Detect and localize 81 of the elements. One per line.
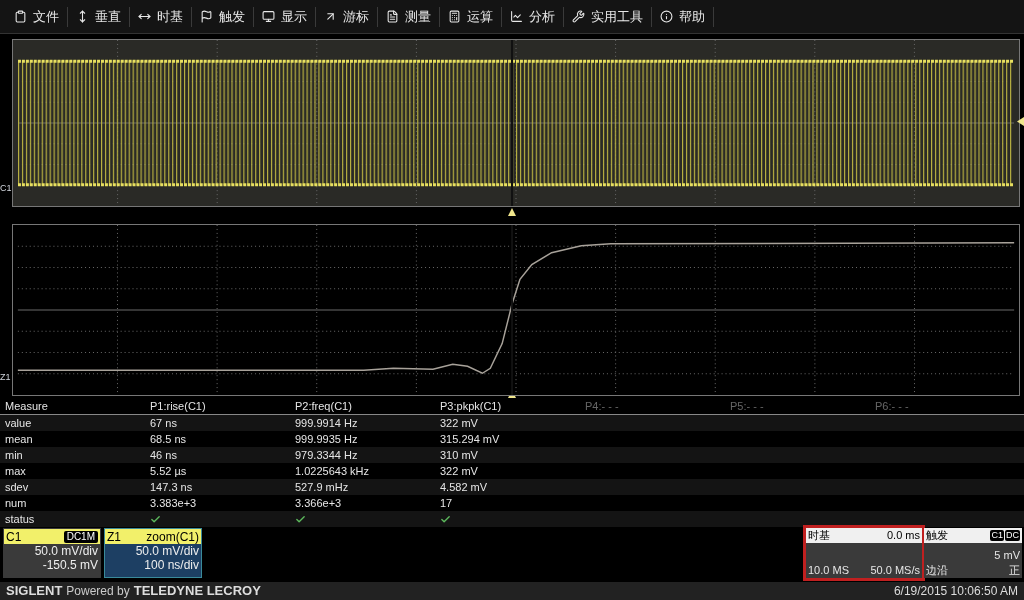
channel-setting: -150.5 mV bbox=[41, 558, 99, 572]
table-cell-text: 4.582 mV bbox=[439, 480, 489, 495]
table-cell-text: 999.9935 Hz bbox=[294, 432, 359, 447]
menu-item[interactable]: 时基 bbox=[132, 3, 189, 30]
menu-item[interactable]: 触发 bbox=[194, 3, 251, 30]
menu-item[interactable]: 实用工具 bbox=[566, 3, 649, 30]
table-cell-text: 315.294 mV bbox=[439, 432, 501, 447]
column-header: P3:pkpk(C1) bbox=[439, 399, 503, 414]
timebase-setting: 50.0 MS/s bbox=[870, 564, 920, 577]
row-label: max bbox=[4, 464, 27, 479]
channel-name: C1 bbox=[6, 529, 22, 544]
trigger-setting: 边沿 bbox=[926, 564, 948, 577]
descriptor-title: 时基 bbox=[808, 529, 830, 542]
trigger-tag: C1 bbox=[990, 530, 1004, 541]
menu-item[interactable]: 垂直 bbox=[70, 3, 127, 30]
trigger-setting: 正 bbox=[1009, 564, 1020, 577]
table-cell-text: 1.0225643 kHz bbox=[294, 464, 370, 479]
menu-item[interactable]: 分析 bbox=[504, 3, 561, 30]
table-cell-text: 322 mV bbox=[439, 416, 479, 431]
level-marker-icon bbox=[1017, 117, 1024, 126]
flag-icon bbox=[200, 10, 213, 23]
table-cell-text: 67 ns bbox=[149, 416, 178, 431]
channel-label: C1 bbox=[0, 184, 12, 193]
channel-descriptor[interactable]: Z1 zoom(C1) 50.0 mV/div 100 ns/div bbox=[104, 528, 202, 578]
table-cell-text: 979.3344 Hz bbox=[294, 448, 359, 463]
table-cell-text: 5.52 µs bbox=[149, 464, 188, 479]
coupling-tag: zoom(C1) bbox=[146, 529, 199, 544]
column-header: P2:freq(C1) bbox=[294, 399, 353, 414]
trigger-setting: 5 mV bbox=[994, 549, 1020, 562]
table-cell-text: 17 bbox=[439, 496, 454, 511]
column-header: P5:- - - bbox=[729, 399, 765, 414]
brand-name: SIGLENT bbox=[6, 582, 63, 600]
arrow-icon bbox=[324, 10, 337, 23]
tools-icon bbox=[572, 10, 585, 23]
table-cell-text: 46 ns bbox=[149, 448, 178, 463]
date-time: 6/19/2015 10:06:50 AM bbox=[893, 583, 1018, 600]
table-cell-text: 527.9 mHz bbox=[294, 480, 350, 495]
table-cell-text: 147.3 ns bbox=[149, 480, 194, 495]
row-label: value bbox=[4, 416, 33, 431]
row-label: status bbox=[4, 512, 36, 527]
column-header: Measure bbox=[4, 399, 49, 414]
timebase-value: 0.0 ms bbox=[887, 529, 920, 542]
clipboard-icon bbox=[14, 10, 27, 23]
table-cell-text: 999.9914 Hz bbox=[294, 416, 359, 431]
table-cell-text: 3.366e+3 bbox=[294, 496, 343, 511]
descriptor-title: 触发 bbox=[926, 529, 948, 542]
column-header: P1:rise(C1) bbox=[149, 399, 207, 414]
row-label: sdev bbox=[4, 480, 30, 495]
calculator-icon bbox=[448, 10, 461, 23]
channel-setting: 100 ns/div bbox=[143, 558, 200, 572]
channel-setting: 50.0 mV/div bbox=[33, 544, 99, 558]
row-label: num bbox=[4, 496, 28, 511]
coupling-tag: DC1M bbox=[63, 530, 98, 543]
channel-name: Z1 bbox=[107, 529, 121, 544]
menu-item[interactable]: 显示 bbox=[256, 3, 313, 30]
column-header: P6:- - - bbox=[874, 399, 910, 414]
timebase-setting: 10.0 MS bbox=[808, 564, 849, 577]
info-icon bbox=[660, 10, 673, 23]
line-chart-icon bbox=[510, 10, 523, 23]
channel-setting: 50.0 mV/div bbox=[134, 544, 200, 558]
powered-by-text: Powered by bbox=[66, 583, 130, 600]
trigger-tag: DC bbox=[1005, 530, 1020, 541]
channel-descriptor[interactable]: C1 DC1M 50.0 mV/div -150.5 mV bbox=[3, 528, 101, 578]
partner-name: TELEDYNE LECROY bbox=[133, 582, 261, 600]
row-label: min bbox=[4, 448, 24, 463]
table-cell-text: 3.383e+3 bbox=[149, 496, 198, 511]
channel-label: Z1 bbox=[0, 373, 11, 382]
table-cell-text: 68.5 ns bbox=[149, 432, 188, 447]
menu-item[interactable]: 测量 bbox=[380, 3, 437, 30]
document-icon bbox=[386, 10, 399, 23]
menu-item[interactable]: 文件 bbox=[8, 3, 65, 30]
table-cell-text: 310 mV bbox=[439, 448, 479, 463]
menu-item[interactable]: 游标 bbox=[318, 3, 375, 30]
menu-item[interactable]: 运算 bbox=[442, 3, 499, 30]
table-cell-text: 322 mV bbox=[439, 464, 479, 479]
column-header: P4:- - - bbox=[584, 399, 620, 414]
monitor-icon bbox=[262, 10, 275, 23]
trigger-descriptor[interactable]: 触发 C1 DC 5 mV 边沿 正 bbox=[924, 528, 1022, 578]
row-label: mean bbox=[4, 432, 34, 447]
menu-item[interactable]: 帮助 bbox=[654, 3, 711, 30]
timebase-descriptor[interactable]: 时基 0.0 ms 10.0 MS 50.0 MS/s bbox=[806, 528, 922, 578]
